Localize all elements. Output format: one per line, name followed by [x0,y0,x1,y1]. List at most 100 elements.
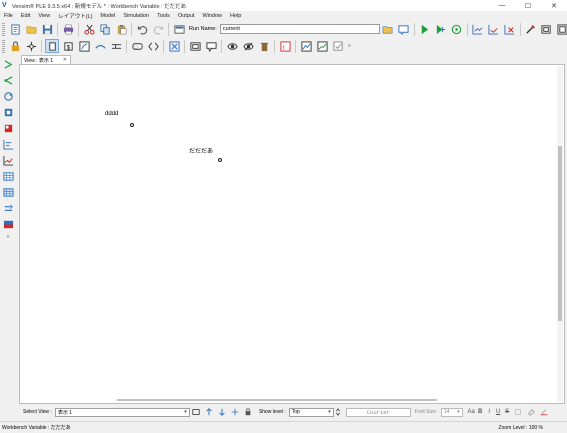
minimize-button[interactable]: — [489,0,515,11]
border-color-button[interactable] [539,407,550,418]
delete-button[interactable] [257,39,271,53]
view-lock-button[interactable] [243,407,254,418]
vertical-scrollbar[interactable] [557,66,563,402]
font-size-dropdown[interactable]: 14 ▾ [440,407,463,417]
menu-layout[interactable]: レイアウト(L) [54,12,96,20]
menu-edit[interactable]: Edit [17,13,34,19]
menu-file[interactable]: File [0,13,17,19]
variable-dddd-handle[interactable] [130,123,134,127]
new-model-button[interactable] [8,22,22,36]
close-tab-icon[interactable]: ✕ [63,57,67,63]
causes-strip-button[interactable] [1,121,15,135]
input-output-button[interactable] [146,39,160,53]
set-button[interactable] [471,22,485,36]
view-up-button[interactable] [204,407,215,418]
show-button[interactable] [225,39,239,53]
simulate-button[interactable] [418,22,432,36]
help-button[interactable] [556,22,567,36]
document-button[interactable] [1,105,15,119]
maximize-button[interactable]: ☐ [515,0,541,11]
hide-button[interactable] [241,39,255,53]
stop-button[interactable] [503,22,517,36]
lock-button[interactable] [8,39,22,53]
level-tool-button[interactable]: $ [61,39,75,53]
equations-button[interactable]: f [278,39,292,53]
case-button[interactable]: Aa [467,409,476,415]
sketch-canvas[interactable]: dddd だだだあ [22,67,560,397]
menu-output[interactable]: Output [174,13,199,19]
note-button[interactable] [204,39,218,53]
variable-tool-button[interactable] [45,39,59,53]
move-button[interactable] [24,39,38,53]
browse-run-button[interactable] [381,22,395,36]
run-name-input[interactable]: current [219,24,380,34]
variable-dadadaa[interactable]: だだだあ [189,146,213,155]
toolbar-overflow[interactable]: » [348,43,351,49]
tools-button[interactable] [524,22,538,36]
loops-button[interactable] [1,89,15,103]
menu-tools[interactable]: Tools [153,13,174,19]
table-time-down-button[interactable] [1,185,15,199]
view-move-button[interactable] [230,407,241,418]
variable-dadadaa-handle[interactable] [218,158,222,162]
font-name-field[interactable]: Courier [345,407,411,417]
undo-button[interactable] [135,22,149,36]
uses-tree-button[interactable] [1,73,15,87]
print-button[interactable] [61,22,75,36]
toolbar-grip[interactable] [2,39,5,53]
variable-dddd[interactable]: dddd [105,111,118,117]
view-settings-button[interactable] [191,407,202,418]
run-comment-button[interactable] [397,22,411,36]
table-button[interactable] [1,169,15,183]
redo-button[interactable] [151,22,165,36]
causes-tree-button[interactable] [1,57,15,71]
flow-tool-button[interactable] [109,39,123,53]
graph-tool-button[interactable] [1,137,15,151]
level-spinner[interactable] [335,407,341,418]
view-tab[interactable]: View : 表示 1 ✕ [21,55,71,64]
sketch-comment-button[interactable] [167,39,181,53]
menu-simulation[interactable]: Simulation [119,13,153,19]
box-comment-button[interactable] [188,39,202,53]
open-model-button[interactable] [24,22,38,36]
menu-view[interactable]: View [34,13,54,19]
select-view-dropdown[interactable]: 表示 1 ▾ [54,407,190,417]
horizontal-scroll-thumb[interactable] [117,399,437,401]
graph-lookup-button[interactable] [315,39,329,53]
copy-button[interactable] [98,22,112,36]
menu-help[interactable]: Help [226,13,245,19]
show-level-dropdown[interactable]: Top ▾ [288,407,334,417]
bold-button[interactable]: B [476,409,485,415]
strikethrough-button[interactable]: S [503,409,512,415]
menu-model[interactable]: Model [96,13,119,19]
vertical-scroll-thumb[interactable] [558,146,562,321]
italic-button[interactable]: I [485,409,494,415]
speech-bubble-icon [205,41,217,52]
menu-window[interactable]: Window [198,13,226,19]
view-down-button[interactable] [217,407,228,418]
paste-button[interactable] [114,22,128,36]
toolbar-grip[interactable] [2,22,5,36]
arrow-tool-button[interactable] [77,39,91,53]
runs-compare-button[interactable] [1,201,15,215]
restore-button[interactable] [540,22,554,36]
sensitivity-button[interactable] [487,22,501,36]
toolbar-overflow[interactable]: » [7,234,10,240]
cut-button[interactable] [82,22,96,36]
close-window-button[interactable]: ✕ [541,0,567,11]
horizontal-scrollbar[interactable] [21,398,557,402]
shadow-variable-button[interactable]: □ [130,39,144,53]
synthesim-button[interactable] [434,22,448,36]
save-button[interactable] [40,22,54,36]
run-name-icon-button[interactable] [172,22,186,36]
underline-button[interactable]: U [494,409,503,415]
fill-color-button[interactable] [526,407,537,418]
gaming-button[interactable] [450,22,464,36]
line-graph-button[interactable] [1,153,15,167]
units-check-button[interactable] [1,217,15,231]
text-color-button[interactable] [513,407,524,418]
rate-tool-button[interactable] [93,39,107,53]
check-button[interactable] [331,39,345,53]
chevron-down-icon: ▾ [328,408,331,415]
graph-button[interactable] [299,39,313,53]
